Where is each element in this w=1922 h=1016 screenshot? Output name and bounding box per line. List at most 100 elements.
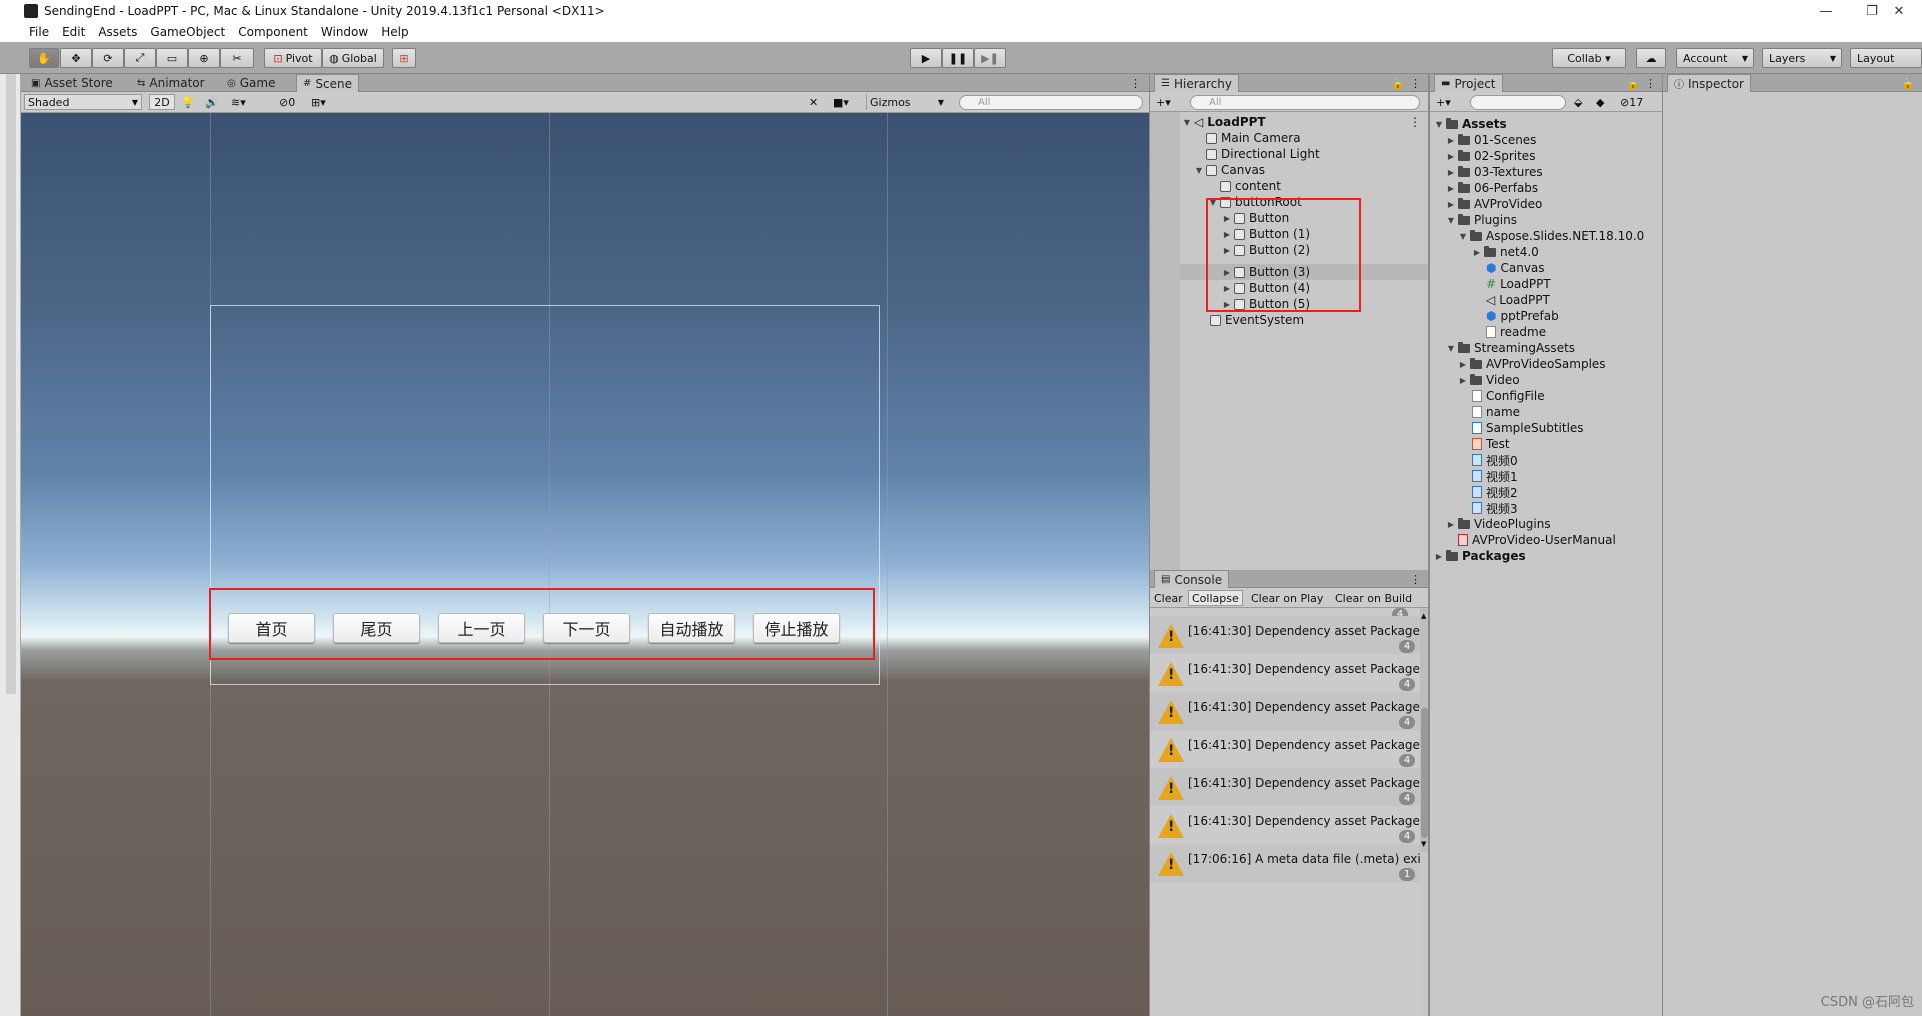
log-entry[interactable]: [16:41:30] Dependency asset Packages 4 [1150, 806, 1420, 844]
hierarchy-item-content[interactable]: content [1220, 178, 1281, 194]
move-tool-button[interactable]: ✥ [60, 48, 92, 68]
global-toggle[interactable]: ◍ Global [322, 48, 384, 68]
log-entry[interactable]: [16:41:30] Dependency asset Packages 4 [1150, 616, 1420, 654]
search-by-label-icon[interactable]: ◆ [1596, 94, 1604, 110]
console-clear-on-play-toggle[interactable]: Clear on Play [1251, 590, 1323, 606]
snap-toggle[interactable]: ⊞ [392, 48, 416, 68]
tab-animator[interactable]: ⇆ Animator [131, 74, 211, 92]
log-entry[interactable]: [16:41:30] Dependency asset Packages 4 [1150, 654, 1420, 692]
cloud-button[interactable]: ☁ [1636, 48, 1666, 68]
layers-dropdown[interactable]: Layers ▼ [1762, 48, 1842, 68]
tab-project[interactable]: ▬ Project [1434, 74, 1503, 92]
project-item-avprovideo-usermanual[interactable]: AVProVideo-UserManual [1458, 532, 1616, 548]
hierarchy-item-canvas[interactable]: ▼ Canvas [1194, 162, 1265, 178]
hierarchy-search-input[interactable]: All [1190, 95, 1420, 110]
menu-gameobject[interactable]: GameObject [150, 25, 225, 39]
transform-tool-button[interactable]: ⊕ [188, 48, 220, 68]
project-item-pptprefab[interactable]: ⬢ pptPrefab [1486, 308, 1559, 324]
log-entry[interactable]: [16:41:30] Dependency asset Packages 4 [1150, 768, 1420, 806]
scale-tool-button[interactable]: ⤢ [124, 48, 156, 68]
project-item-configfile[interactable]: ConfigFile [1472, 388, 1545, 404]
scene-menu-icon[interactable]: ⋮ [1409, 115, 1421, 129]
hierarchy-item-loadppt[interactable]: ▼ ◁ LoadPPT ⋮ [1182, 114, 1429, 130]
console-clear-on-build-toggle[interactable]: Clear on Build [1335, 590, 1412, 606]
menu-component[interactable]: Component [238, 25, 308, 39]
project-item-video3[interactable]: 视频3 [1472, 500, 1518, 516]
tab-game[interactable]: ◎ Game [221, 74, 281, 92]
project-search-input[interactable] [1470, 95, 1566, 110]
log-entry[interactable]: [16:41:30] Dependency asset Packages 4 [1150, 730, 1420, 768]
project-item-net40[interactable]: ▶ net4.0 [1472, 244, 1539, 260]
menu-window[interactable]: Window [321, 25, 368, 39]
console-scroll-thumb[interactable] [1421, 708, 1428, 838]
hierarchy-item-main-camera[interactable]: Main Camera [1206, 130, 1301, 146]
project-item-readme[interactable]: readme [1486, 324, 1546, 340]
panel-menu-icon[interactable]: ⋮ [1645, 75, 1656, 91]
hierarchy-item-directional-light[interactable]: Directional Light [1206, 146, 1320, 162]
menu-file[interactable]: File [29, 25, 49, 39]
project-item-01-scenes[interactable]: ▶ 01-Scenes [1446, 132, 1537, 148]
project-item-assets[interactable]: ▼ Assets [1434, 116, 1507, 132]
tab-scene[interactable]: # Scene [296, 74, 359, 92]
account-dropdown[interactable]: Account ▼ [1676, 48, 1754, 68]
play-button[interactable]: ▶ [910, 48, 942, 68]
console-log-list[interactable]: 4 [16:41:30] Dependency asset Packages 4… [1150, 608, 1420, 1016]
project-item-videoplugins[interactable]: ▶ VideoPlugins [1446, 516, 1551, 532]
scroll-up-icon[interactable]: ▲ [1421, 612, 1426, 620]
log-entry[interactable]: [17:06:16] A meta data file (.meta) exis… [1150, 844, 1420, 882]
project-item-packages[interactable]: ▶ Packages [1434, 548, 1526, 564]
project-item-canvas-prefab[interactable]: ⬢ Canvas [1486, 260, 1545, 276]
project-item-02-sprites[interactable]: ▶ 02-Sprites [1446, 148, 1536, 164]
tab-console[interactable]: ▤ Console [1154, 570, 1230, 588]
menu-help[interactable]: Help [381, 25, 408, 39]
scene-search-input[interactable]: All [959, 95, 1143, 110]
project-item-loadppt-script[interactable]: # LoadPPT [1486, 276, 1551, 292]
left-scrollbar[interactable] [6, 74, 16, 694]
project-item-avprovideo[interactable]: ▶ AVProVideo [1446, 196, 1542, 212]
step-button[interactable]: ▶❚ [974, 48, 1006, 68]
project-item-video2[interactable]: 视频2 [1472, 484, 1518, 500]
project-item-aspose-slides[interactable]: ▼ Aspose.Slides.NET.18.10.0 [1458, 228, 1644, 244]
minimize-button[interactable]: — [1803, 0, 1849, 22]
project-item-03-textures[interactable]: ▶ 03-Textures [1446, 164, 1543, 180]
log-entry[interactable]: [16:41:30] Dependency asset Packages 4 [1150, 692, 1420, 730]
project-item-06-perfabs[interactable]: ▶ 06-Perfabs [1446, 180, 1538, 196]
project-item-video0[interactable]: 视频0 [1472, 452, 1518, 468]
tab-asset-store[interactable]: ▣ Asset Store [25, 74, 119, 92]
shading-mode-dropdown[interactable]: Shaded ▼ [24, 94, 142, 110]
project-item-loadppt-scene[interactable]: ◁ LoadPPT [1486, 292, 1550, 308]
scroll-down-icon[interactable]: ▼ [1421, 840, 1426, 848]
console-clear-button[interactable]: Clear [1154, 590, 1183, 606]
project-item-video[interactable]: ▶ Video [1458, 372, 1520, 388]
grid-dropdown[interactable]: ⊞▾ [311, 94, 326, 110]
project-item-name[interactable]: name [1472, 404, 1520, 420]
project-item-streamingassets[interactable]: ▼ StreamingAssets [1446, 340, 1575, 356]
gizmos-dropdown[interactable]: Gizmos ▼ [866, 94, 948, 110]
project-item-avprovideosamples[interactable]: ▶ AVProVideoSamples [1458, 356, 1606, 372]
close-button[interactable]: ✕ [1876, 0, 1922, 22]
project-item-samplesubtitles[interactable]: SampleSubtitles [1472, 420, 1584, 436]
menu-assets[interactable]: Assets [98, 25, 137, 39]
lock-icon[interactable]: 🔒 [1901, 75, 1915, 91]
custom-tool-button[interactable]: ✂ [220, 48, 254, 68]
tools-settings-button[interactable]: ✕ [809, 94, 818, 110]
project-item-test[interactable]: Test [1472, 436, 1510, 452]
create-dropdown[interactable]: +▾ [1156, 94, 1171, 110]
pivot-toggle[interactable]: ⊡ Pivot [264, 48, 322, 68]
hidden-packages-toggle[interactable]: ⊘ 17 [1620, 94, 1643, 110]
collab-dropdown[interactable]: Collab ▾ [1552, 48, 1626, 68]
lighting-toggle[interactable]: 💡 [181, 94, 195, 110]
create-dropdown[interactable]: +▾ [1436, 94, 1451, 110]
hand-tool-button[interactable]: ✋ [29, 48, 59, 68]
rect-tool-button[interactable]: ▭ [156, 48, 188, 68]
scene-view[interactable]: 首页 尾页 上一页 下一页 自动播放 停止播放 [21, 113, 1149, 1016]
console-collapse-toggle[interactable]: Collapse [1188, 590, 1243, 606]
lock-icon[interactable]: 🔒 [1626, 75, 1640, 91]
tab-inspector[interactable]: ⓘ Inspector [1667, 74, 1751, 92]
layout-dropdown[interactable]: Layout [1850, 48, 1922, 68]
panel-menu-icon[interactable]: ⋮ [1410, 571, 1421, 587]
menu-edit[interactable]: Edit [62, 25, 85, 39]
pause-button[interactable]: ❚❚ [942, 48, 974, 68]
project-item-plugins[interactable]: ▼ Plugins [1446, 212, 1517, 228]
hierarchy-item-eventsystem[interactable]: EventSystem [1210, 312, 1304, 328]
